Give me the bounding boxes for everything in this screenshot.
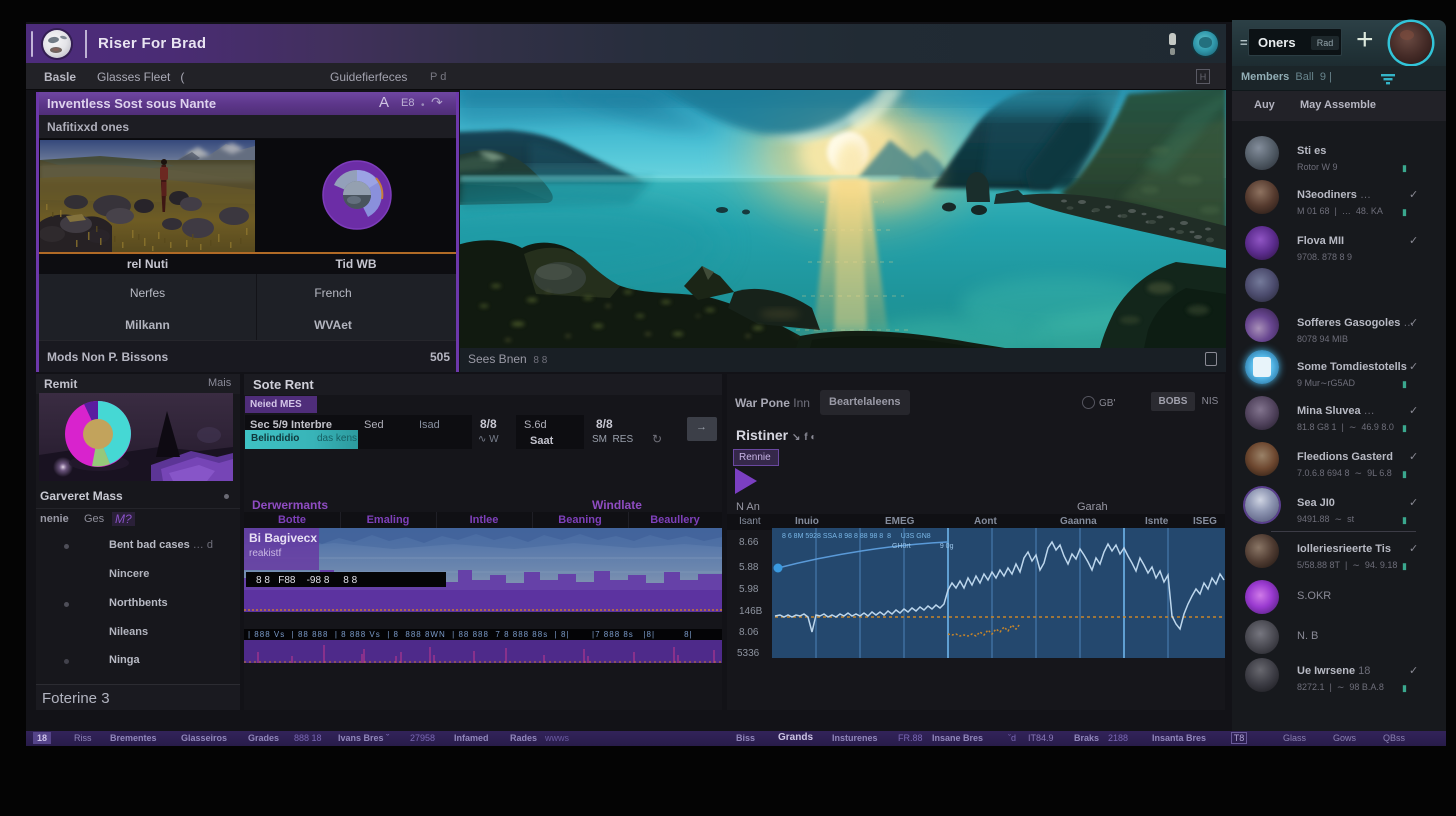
svg-text:reakistf: reakistf	[249, 548, 281, 559]
svg-text:8 6 8M 5928 SSA 8 98 8 88 98 8: 8 6 8M 5928 SSA 8 98 8 88 98 8 8 U3S GN8	[782, 533, 931, 540]
svg-text:8 8 F88 -98 8 8 8: 8 8 F88 -98 8 8 8	[256, 575, 358, 586]
svg-text:GH0rt 9 0g: GH0rt 9 0g	[892, 543, 954, 550]
svg-text:Bi Bagivecx: Bi Bagivecx	[249, 531, 317, 545]
